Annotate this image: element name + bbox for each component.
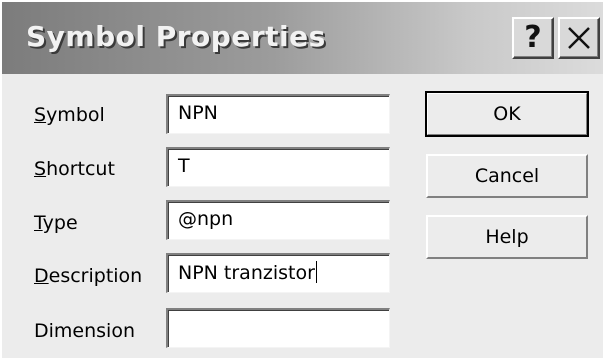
help-button[interactable]: Help [426,215,588,259]
symbol-label-text: ymbol [46,104,105,126]
type-label: Type [34,212,78,234]
help-question-button[interactable]: ? [512,17,554,59]
description-hotkey: D [34,265,49,287]
symbol-field[interactable]: NPN [166,94,390,134]
shortcut-label-text: hortcut [46,158,115,180]
symbol-hotkey: S [34,104,47,126]
title-bar[interactable]: Symbol Properties ? [2,2,603,74]
text-caret [315,261,317,283]
question-mark-icon: ? [524,20,542,55]
shortcut-hotkey: S [34,158,47,180]
dialog-title: Symbol Properties [26,20,326,53]
dimension-label: Dimension [34,320,135,342]
help-button-label: Help [485,226,529,248]
ok-button[interactable]: OK [425,91,589,137]
close-icon [568,27,590,49]
shortcut-label: Shortcut [34,158,115,180]
cancel-button[interactable]: Cancel [426,154,588,198]
type-field[interactable]: @npn [166,200,390,240]
description-field[interactable]: NPN tranzistor [166,253,390,293]
symbol-label: Symbol [34,104,105,126]
type-hotkey: T [34,212,43,234]
symbol-properties-dialog: Symbol Properties ? Symbol NPN Shortcut … [0,0,603,358]
description-label-text: escription [48,265,143,287]
shortcut-value: T [178,155,190,177]
cancel-button-label: Cancel [474,165,540,187]
type-value: @npn [178,208,234,230]
description-value: NPN tranzistor [178,262,315,284]
close-button[interactable] [558,17,600,59]
description-label: Description [34,265,142,287]
shortcut-field[interactable]: T [166,147,390,187]
symbol-value: NPN [178,102,218,124]
ok-button-label: OK [493,103,521,125]
type-label-text: ype [42,212,78,234]
dimension-field[interactable] [166,308,390,348]
